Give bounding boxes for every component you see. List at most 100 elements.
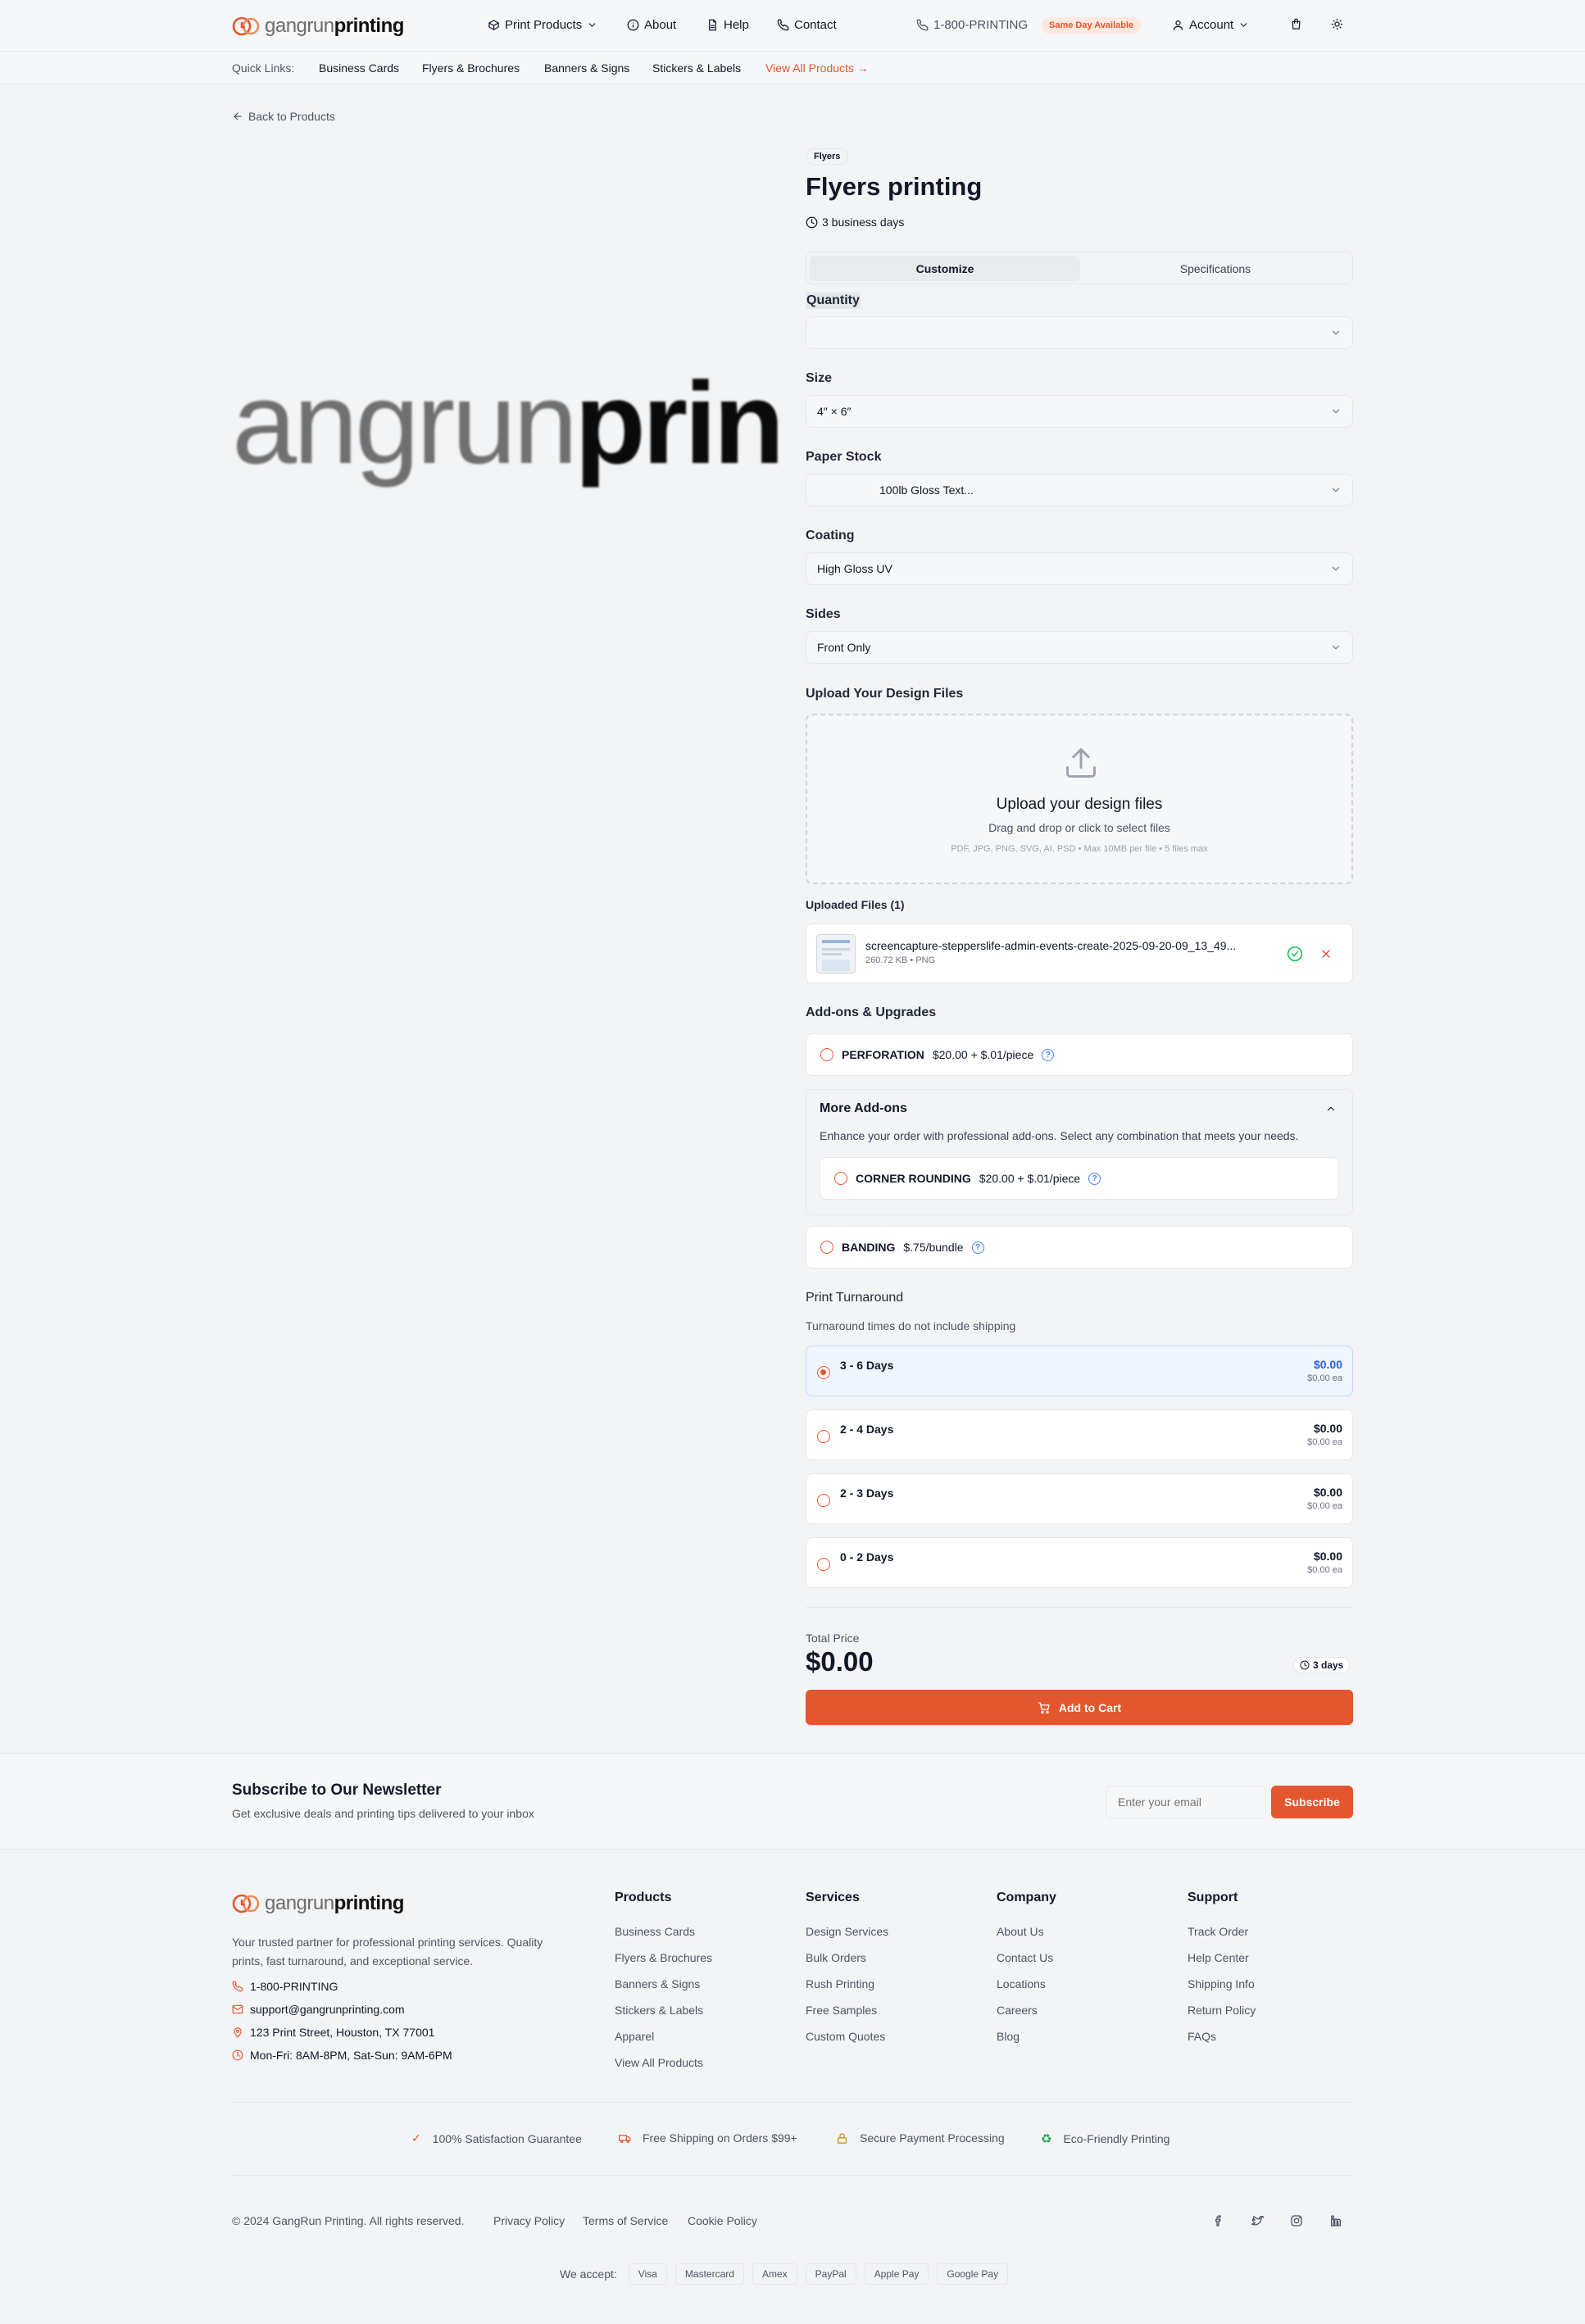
- chevron-up-icon[interactable]: [1325, 1103, 1337, 1114]
- trust-badge: ♻ Eco-Friendly Printing: [1041, 2131, 1169, 2146]
- footer-link[interactable]: Shipping Info: [1188, 1977, 1255, 1990]
- nav-help[interactable]: Help: [706, 18, 749, 32]
- footer-link[interactable]: Free Samples: [806, 2004, 877, 2017]
- twitter-icon[interactable]: [1251, 2214, 1264, 2227]
- nav-about[interactable]: About: [627, 18, 676, 32]
- addon-banding-radio[interactable]: [820, 1241, 833, 1254]
- more-addons-title[interactable]: More Add-ons: [820, 1101, 907, 1116]
- footer-about: Your trusted partner for professional pr…: [232, 1936, 543, 1968]
- addon-perforation-radio[interactable]: [820, 1048, 833, 1061]
- we-accept-label: We accept:: [560, 2267, 617, 2281]
- footer-link[interactable]: Locations: [997, 1977, 1046, 1990]
- turnaround-price: $0.00: [1313, 1486, 1342, 1499]
- turnaround-title: Print Turnaround: [806, 1291, 904, 1305]
- footer-link[interactable]: Banners & Signs: [615, 1977, 700, 1990]
- turnaround-option[interactable]: 3 - 6 Days $0.00 $0.00 ea: [806, 1346, 1353, 1396]
- header-phone[interactable]: 1-800-PRINTING: [916, 18, 1028, 32]
- footer-link[interactable]: View All Products: [615, 2056, 703, 2069]
- sides-label: Sides: [806, 607, 841, 621]
- footer-logo[interactable]: gangrun printing: [232, 1892, 404, 1915]
- remove-file-icon[interactable]: [1319, 947, 1333, 960]
- linkedin-icon[interactable]: [1329, 2214, 1342, 2227]
- footer-link[interactable]: Track Order: [1188, 1925, 1248, 1938]
- turnaround-radio[interactable]: [817, 1366, 830, 1379]
- nav-contact[interactable]: Contact: [777, 18, 837, 32]
- upload-subtitle: Drag and drop or click to select files: [988, 821, 1170, 834]
- divider: [806, 1607, 1353, 1608]
- turnaround-radio[interactable]: [817, 1494, 830, 1507]
- subscribe-button[interactable]: Subscribe: [1271, 1786, 1353, 1818]
- tab-specifications[interactable]: Specifications: [1080, 256, 1351, 281]
- footer-link[interactable]: FAQs: [1188, 2030, 1216, 2043]
- help-icon[interactable]: ?: [1088, 1172, 1101, 1185]
- size-select[interactable]: 4″ × 6″: [806, 395, 1353, 428]
- cookie-policy-link[interactable]: Cookie Policy: [688, 2214, 757, 2227]
- tab-customize[interactable]: Customize: [810, 256, 1080, 281]
- turnaround-option[interactable]: 2 - 4 Days $0.00 $0.00 ea: [806, 1409, 1353, 1460]
- add-to-cart-button[interactable]: Add to Cart: [806, 1690, 1353, 1725]
- quick-link-stickers[interactable]: Stickers & Labels: [652, 61, 741, 75]
- help-icon[interactable]: ?: [971, 1241, 984, 1254]
- help-icon[interactable]: ?: [1042, 1048, 1055, 1061]
- quick-link-flyers[interactable]: Flyers & Brochures: [422, 61, 520, 75]
- instagram-icon[interactable]: [1290, 2214, 1303, 2227]
- newsletter-email-input[interactable]: [1106, 1786, 1266, 1818]
- phone-icon: [777, 19, 789, 31]
- paper-stock-label: Paper Stock: [806, 450, 882, 464]
- footer-link[interactable]: Design Services: [806, 1925, 888, 1938]
- footer-link[interactable]: Help Center: [1188, 1951, 1249, 1964]
- footer-email[interactable]: support@gangrunprinting.com: [232, 2003, 405, 2016]
- footer-link[interactable]: Custom Quotes: [806, 2030, 885, 2043]
- addon-banding[interactable]: BANDING $.75/bundle ?: [806, 1226, 1353, 1269]
- footer-link[interactable]: Careers: [997, 2004, 1038, 2017]
- quick-link-banners[interactable]: Banners & Signs: [544, 61, 629, 75]
- quantity-label: Quantity: [806, 293, 861, 309]
- footer-link[interactable]: Rush Printing: [806, 1977, 874, 1990]
- footer-link[interactable]: Contact Us: [997, 1951, 1053, 1964]
- turnaround-radio[interactable]: [817, 1430, 830, 1443]
- turnaround-price: $0.00: [1313, 1358, 1342, 1371]
- same-day-badge: Same Day Available: [1042, 17, 1142, 34]
- payment-badge-visa: Visa: [628, 2263, 667, 2285]
- sides-select[interactable]: Front Only: [806, 631, 1353, 664]
- document-icon: [709, 19, 716, 31]
- coating-select[interactable]: High Gloss UV: [806, 552, 1353, 585]
- total-price-amount: $0.00: [806, 1646, 874, 1677]
- chevron-down-icon: [1332, 645, 1340, 650]
- footer-link[interactable]: Blog: [997, 2030, 1020, 2043]
- footer-link[interactable]: Flyers & Brochures: [615, 1951, 712, 1964]
- footer-link[interactable]: Return Policy: [1188, 2004, 1256, 2017]
- site-logo[interactable]: gangrun printing: [232, 15, 404, 38]
- footer-link[interactable]: Bulk Orders: [806, 1951, 866, 1964]
- privacy-policy-link[interactable]: Privacy Policy: [493, 2214, 565, 2227]
- footer-phone[interactable]: 1-800-PRINTING: [232, 1980, 338, 1993]
- footer-link[interactable]: Business Cards: [615, 1925, 695, 1938]
- addon-perforation[interactable]: PERFORATION $20.00 + $.01/piece ?: [806, 1033, 1353, 1076]
- footer-link[interactable]: Stickers & Labels: [615, 2004, 703, 2017]
- nav-print-products[interactable]: Print Products: [488, 18, 597, 32]
- map-pin-icon: [234, 2027, 242, 2038]
- back-to-products-link[interactable]: Back to Products: [232, 110, 335, 123]
- quantity-select[interactable]: [806, 316, 1353, 349]
- upload-dropzone[interactable]: Upload your design files Drag and drop o…: [806, 714, 1353, 884]
- quick-link-view-all[interactable]: View All Products →: [765, 61, 869, 75]
- product-image-text-light: angrun: [232, 358, 578, 488]
- cart-button[interactable]: [1290, 18, 1302, 30]
- turnaround-radio[interactable]: [817, 1558, 830, 1571]
- theme-toggle-button[interactable]: [1331, 18, 1343, 30]
- addon-corner-rounding-radio[interactable]: [834, 1172, 847, 1185]
- facebook-icon[interactable]: [1212, 2214, 1225, 2227]
- footer-link[interactable]: Apparel: [615, 2030, 654, 2043]
- account-menu[interactable]: Account: [1172, 18, 1249, 32]
- addon-corner-rounding[interactable]: CORNER ROUNDING $20.00 + $.01/piece ?: [820, 1157, 1339, 1200]
- turnaround-label: 0 - 2 Days: [840, 1550, 894, 1564]
- paper-stock-select[interactable]: 100lb Gloss Text...: [806, 474, 1353, 506]
- quick-link-business-cards[interactable]: Business Cards: [319, 61, 399, 75]
- terms-link[interactable]: Terms of Service: [583, 2214, 668, 2227]
- category-badge: Flyers: [806, 148, 849, 165]
- shopping-bag-icon: [1292, 18, 1301, 30]
- turnaround-option[interactable]: 2 - 3 Days $0.00 $0.00 ea: [806, 1473, 1353, 1524]
- turnaround-note: Turnaround times do not include shipping: [806, 1319, 1016, 1332]
- turnaround-option[interactable]: 0 - 2 Days $0.00 $0.00 ea: [806, 1537, 1353, 1588]
- footer-link[interactable]: About Us: [997, 1925, 1044, 1938]
